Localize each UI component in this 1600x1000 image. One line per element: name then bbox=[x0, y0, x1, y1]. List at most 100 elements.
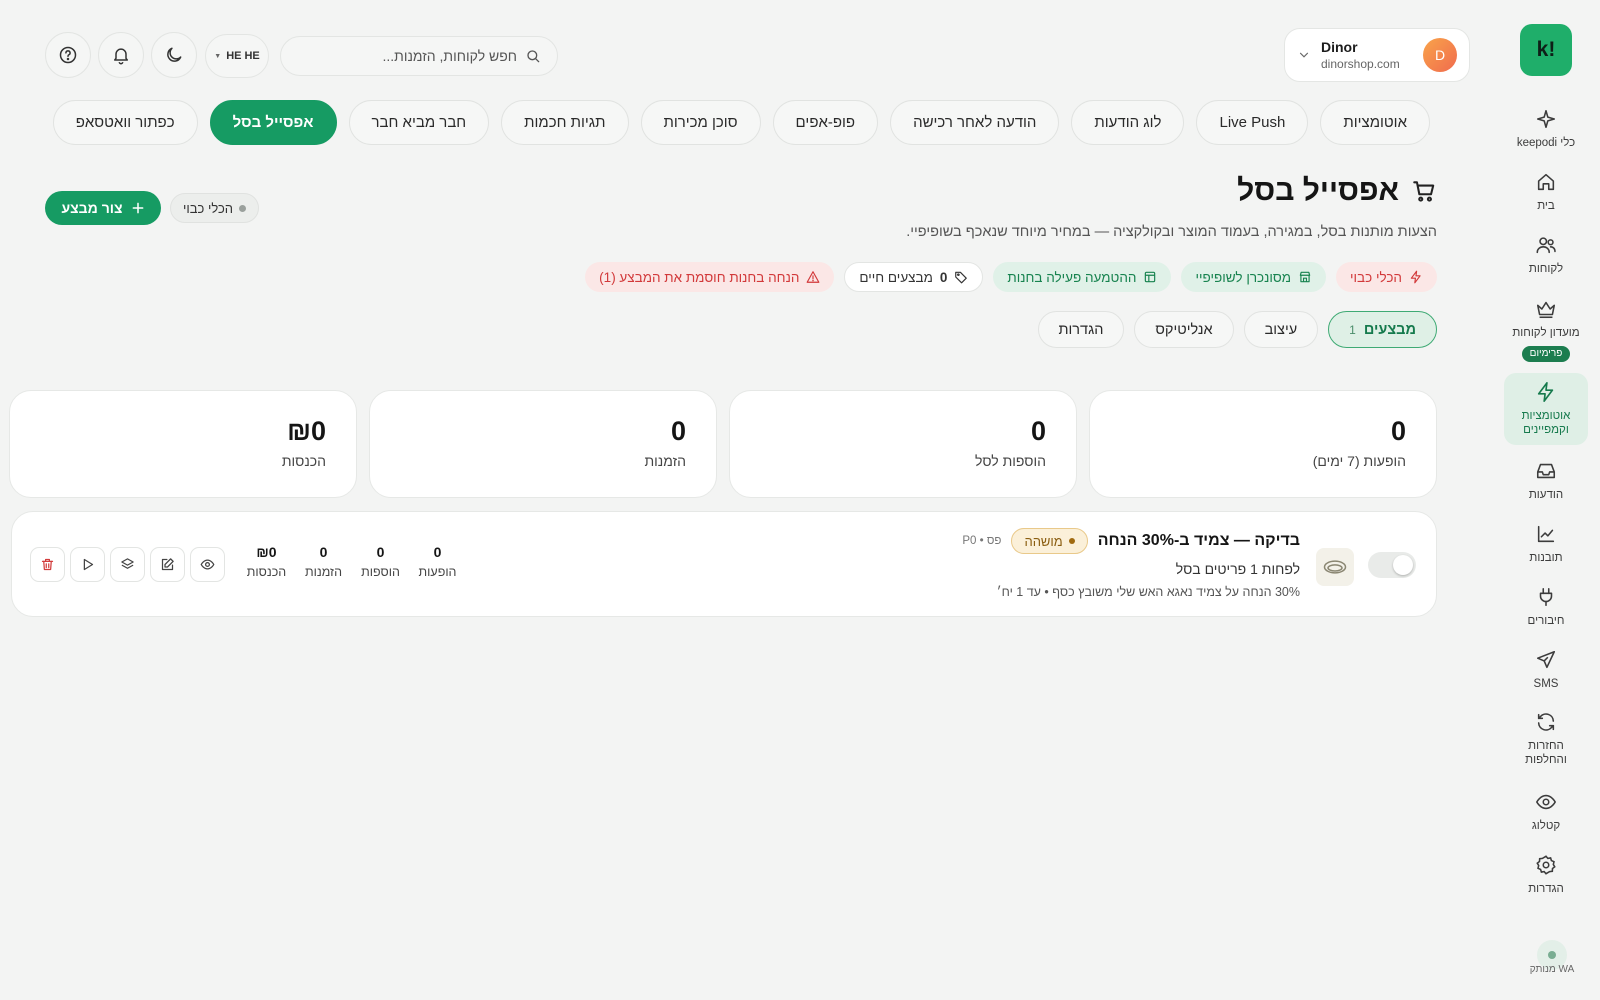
chevron-down-icon bbox=[1297, 48, 1311, 62]
offer-title[interactable]: בדיקה — צמיד ב-30% הנחה bbox=[1098, 532, 1300, 550]
tool-off-badge[interactable]: הכלי כבוי bbox=[1336, 262, 1437, 292]
sidebar-item-catalog[interactable]: קטלוג bbox=[1504, 785, 1588, 839]
tab-sales-agent[interactable]: סוכן מכירות bbox=[640, 100, 761, 145]
theme-toggle-button[interactable] bbox=[151, 32, 197, 78]
offer-priority: פס • P0 bbox=[962, 535, 1002, 547]
app-logo[interactable]: !k bbox=[1520, 24, 1572, 76]
tab-offers-label: מבצעים bbox=[1363, 321, 1416, 338]
sidebar-item-keepodi-tools[interactable]: כלי keepodi bbox=[1504, 102, 1588, 156]
sidebar-item-insights[interactable]: תובנות bbox=[1504, 517, 1588, 571]
language-label: HE bbox=[244, 50, 260, 62]
play-icon bbox=[80, 557, 95, 572]
tab-live-push[interactable]: Live Push bbox=[1196, 100, 1309, 145]
tab-automations[interactable]: אוטומציות bbox=[1320, 100, 1430, 145]
create-offer-button[interactable]: צור מבצע bbox=[45, 191, 161, 225]
metric-value: 0 bbox=[376, 544, 385, 560]
refresh-icon bbox=[1535, 711, 1557, 739]
store-info: Dinor dinorshop.com bbox=[1321, 39, 1413, 71]
search-input[interactable] bbox=[295, 48, 517, 64]
edit-offer-button[interactable] bbox=[150, 547, 185, 582]
sidebar-item-sms[interactable]: SMS bbox=[1504, 643, 1588, 697]
stat-card-impressions: 0 הופעות (7 ימים) bbox=[1089, 390, 1437, 498]
sidebar-item-messages[interactable]: הודעות bbox=[1504, 454, 1588, 508]
view-offer-button[interactable] bbox=[190, 547, 225, 582]
language-switcher[interactable]: ▼ HE HE bbox=[205, 34, 269, 78]
duplicate-offer-button[interactable] bbox=[110, 547, 145, 582]
stats-cards: 0 הופעות (7 ימים) 0 הוספות לסל 0 הזמנות … bbox=[9, 390, 1437, 498]
tab-cart-upsell[interactable]: אפסייל בסל bbox=[209, 100, 337, 145]
metric-label: הופעות bbox=[418, 565, 457, 579]
tool-off-label: הכלי כבוי bbox=[1350, 269, 1402, 285]
tab-popups[interactable]: פופ-אפים bbox=[772, 100, 879, 145]
metric-adds: 0 הוספות bbox=[352, 544, 409, 579]
notifications-button[interactable] bbox=[98, 32, 144, 78]
tab-settings[interactable]: הגדרות bbox=[1037, 311, 1125, 348]
sidebar-item-label: הגדרות bbox=[1528, 883, 1564, 895]
offer-condition: לפחות 1 פריטים בסל bbox=[1175, 561, 1300, 577]
tag-icon bbox=[954, 270, 968, 284]
layers-icon bbox=[120, 557, 135, 572]
discount-conflict-warning[interactable]: הנחה בחנות חוסמת את המבצע (1) bbox=[585, 262, 835, 292]
metric-impressions: 0 הופעות bbox=[409, 544, 466, 579]
tab-analytics[interactable]: אנליטיקס bbox=[1134, 311, 1234, 348]
tab-message-log[interactable]: לוג הודעות bbox=[1071, 100, 1185, 145]
embed-active-label: ההטמעה פעילה בחנות bbox=[1007, 269, 1137, 285]
sidebar-item-label: חיבורים bbox=[1527, 615, 1565, 627]
bolt-icon bbox=[1409, 270, 1423, 284]
moon-icon bbox=[164, 45, 184, 65]
offer-enabled-toggle[interactable] bbox=[1368, 552, 1416, 578]
tab-smart-tags[interactable]: תגיות חכמות bbox=[501, 100, 629, 145]
whatsapp-status-label: WA מנותק bbox=[1529, 964, 1575, 975]
live-offers-badge[interactable]: 0 מבצעים חיים bbox=[844, 262, 984, 292]
sidebar-item-label: בית bbox=[1537, 200, 1555, 212]
caret-down-icon: ▼ bbox=[214, 52, 222, 60]
tab-referral[interactable]: חבר מביא חבר bbox=[348, 100, 490, 145]
search-bar[interactable] bbox=[280, 36, 558, 76]
sidebar-item-label: כלי keepodi bbox=[1516, 137, 1576, 149]
tab-post-purchase[interactable]: הודעה לאחר רכישה bbox=[890, 100, 1060, 145]
tab-whatsapp-button[interactable]: כפתור וואטסאפ bbox=[52, 100, 198, 145]
sidebar-item-integrations[interactable]: חיבורים bbox=[1504, 580, 1588, 634]
tool-status-label: הכלי כבוי bbox=[182, 200, 234, 216]
sidebar-item-loyalty-club[interactable]: מועדון לקוחות פרימיום bbox=[1504, 292, 1588, 368]
sidebar-item-returns[interactable]: החזרות והחלפות bbox=[1504, 705, 1588, 773]
layout-icon bbox=[1143, 270, 1157, 284]
stat-value: 0 bbox=[670, 416, 686, 446]
preview-play-button[interactable] bbox=[70, 547, 105, 582]
sidebar-item-settings[interactable]: הגדרות bbox=[1504, 848, 1588, 902]
sub-tabs: מבצעים 1 עיצוב אנליטיקס הגדרות bbox=[1037, 311, 1437, 348]
stat-value: 0 bbox=[1390, 416, 1406, 446]
stat-card-revenue: ₪0 הכנסות bbox=[9, 390, 357, 498]
sidebar-item-customers[interactable]: לקוחות bbox=[1504, 228, 1588, 282]
stat-label: הכנסות bbox=[281, 453, 326, 469]
bracelet-icon bbox=[1321, 553, 1349, 581]
shopify-synced-label: מסונכרן לשופיפיי bbox=[1195, 269, 1292, 285]
tool-status-pill[interactable]: הכלי כבוי bbox=[170, 193, 259, 223]
sidebar-item-label: לקוחות bbox=[1528, 263, 1564, 275]
sidebar-item-label: הודעות bbox=[1528, 489, 1564, 501]
sidebar-item-automations[interactable]: אוטומציות וקמפיינים bbox=[1504, 373, 1588, 445]
embed-active-badge[interactable]: ההטמעה פעילה בחנות bbox=[993, 262, 1172, 292]
sidebar-item-home[interactable]: בית bbox=[1504, 165, 1588, 219]
stat-card-add-to-cart: 0 הוספות לסל bbox=[729, 390, 1077, 498]
help-button[interactable] bbox=[45, 32, 91, 78]
tab-design[interactable]: עיצוב bbox=[1243, 311, 1319, 348]
stat-label: הזמנות bbox=[644, 453, 687, 469]
stat-value: ₪0 bbox=[287, 416, 326, 446]
search-icon bbox=[525, 48, 541, 64]
tab-offers[interactable]: מבצעים 1 bbox=[1328, 311, 1437, 348]
bell-icon bbox=[111, 45, 131, 65]
stat-label: הוספות לסל bbox=[974, 453, 1046, 469]
stat-card-orders: 0 הזמנות bbox=[369, 390, 717, 498]
store-switcher[interactable]: D Dinor dinorshop.com bbox=[1284, 28, 1470, 82]
metric-label: הוספות bbox=[361, 565, 400, 579]
shopify-synced-badge[interactable]: מסונכרן לשופיפיי bbox=[1181, 262, 1327, 292]
avatar: D bbox=[1423, 38, 1457, 72]
sidebar-item-label: החזרות והחלפות bbox=[1525, 740, 1567, 766]
sparkle-icon bbox=[1535, 108, 1557, 136]
send-icon bbox=[1535, 649, 1557, 677]
edit-icon bbox=[160, 557, 175, 572]
delete-offer-button[interactable] bbox=[30, 547, 65, 582]
offer-title-row: בדיקה — צמיד ב-30% הנחה מושהה פס • P0 bbox=[962, 528, 1300, 554]
metric-value: ₪0 bbox=[256, 544, 277, 560]
